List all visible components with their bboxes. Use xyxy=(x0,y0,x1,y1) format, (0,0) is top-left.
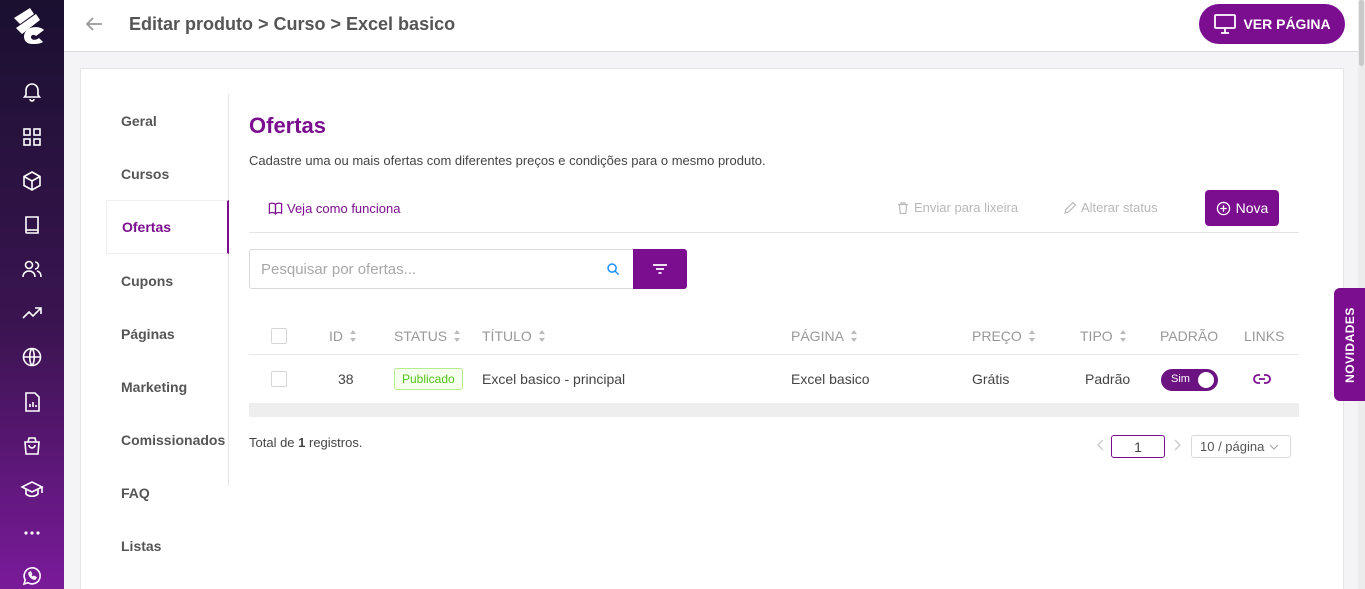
graduation-cap-icon[interactable] xyxy=(20,478,44,502)
select-all-checkbox[interactable] xyxy=(271,328,287,344)
page-size-select[interactable]: 10 / página xyxy=(1191,435,1291,458)
pencil-icon xyxy=(1064,201,1077,214)
row-checkbox[interactable] xyxy=(271,371,287,387)
column-header-id[interactable]: ID xyxy=(329,328,357,344)
toggle-knob xyxy=(1198,372,1214,388)
monitor-icon xyxy=(1214,14,1237,34)
dashboard-icon[interactable] xyxy=(20,125,44,149)
toolbar-divider xyxy=(249,232,1299,233)
left-rail xyxy=(0,0,64,589)
row-id: 38 xyxy=(338,371,354,387)
breadcrumb: Editar produto > Curso > Excel basico xyxy=(129,14,456,34)
column-header-price[interactable]: PREÇO xyxy=(972,328,1036,344)
bell-icon[interactable] xyxy=(20,79,44,103)
column-header-type[interactable]: TIPO xyxy=(1080,328,1127,344)
chevron-down-icon xyxy=(1269,444,1279,450)
sort-icon xyxy=(350,330,356,342)
change-status-action[interactable]: Alterar status xyxy=(1063,200,1158,215)
column-header-status[interactable]: STATUS xyxy=(394,328,461,344)
box-icon[interactable] xyxy=(20,169,44,193)
subnav-item-cupons[interactable]: Cupons xyxy=(106,254,229,308)
row-page: Excel basico xyxy=(791,371,870,387)
current-page[interactable]: 1 xyxy=(1111,435,1165,458)
sort-icon xyxy=(1119,330,1126,342)
column-header-title[interactable]: TÍTULO xyxy=(482,328,546,344)
view-page-label: VER PÁGINA xyxy=(1243,16,1331,32)
sort-icon xyxy=(454,330,461,342)
link-icon[interactable] xyxy=(1252,370,1272,388)
status-badge: Publicado xyxy=(394,368,463,390)
table-scrollbar[interactable] xyxy=(249,403,1299,417)
page-title: Ofertas xyxy=(249,113,327,138)
next-page-icon[interactable] xyxy=(1171,438,1183,452)
subnav-item-geral[interactable]: Geral xyxy=(106,94,229,148)
more-icon[interactable] xyxy=(20,521,44,545)
report-icon[interactable] xyxy=(20,390,44,414)
sort-icon xyxy=(850,330,857,342)
subnav-item-paginas[interactable]: Páginas xyxy=(106,307,229,361)
back-arrow-icon[interactable] xyxy=(82,12,106,36)
search-input[interactable] xyxy=(250,250,590,288)
content-card xyxy=(80,68,1344,589)
users-icon[interactable] xyxy=(20,257,44,281)
brand-logo-icon[interactable] xyxy=(10,4,54,48)
search-icon[interactable] xyxy=(606,262,621,277)
subnav-item-faq[interactable]: FAQ xyxy=(106,466,229,520)
trash-action[interactable]: Enviar para lixeira xyxy=(896,200,1018,215)
book-icon[interactable] xyxy=(20,213,44,237)
column-header-default: PADRÃO xyxy=(1160,328,1219,344)
sort-icon xyxy=(538,330,545,342)
trending-icon[interactable] xyxy=(20,301,44,325)
filter-button[interactable] xyxy=(633,249,687,289)
whatsapp-icon[interactable] xyxy=(20,564,44,588)
column-header-page[interactable]: PÁGINA xyxy=(791,328,858,344)
subnav-item-cursos[interactable]: Cursos xyxy=(106,147,229,201)
subnav-item-listas[interactable]: Listas xyxy=(106,519,229,573)
product-subnav: Geral Cursos Ofertas Cupons Páginas Mark… xyxy=(106,94,229,554)
subnav-item-ofertas[interactable]: Ofertas xyxy=(106,200,229,254)
subnav-item-marketing[interactable]: Marketing xyxy=(106,360,229,414)
shopping-bag-icon[interactable] xyxy=(20,434,44,458)
open-book-icon xyxy=(268,202,283,215)
new-offer-button[interactable]: Nova xyxy=(1205,190,1279,226)
plus-circle-icon xyxy=(1216,201,1230,215)
row-price: Grátis xyxy=(972,371,1010,387)
search-box xyxy=(249,249,634,289)
trash-icon xyxy=(898,201,908,214)
column-header-links: LINKS xyxy=(1244,328,1285,344)
news-side-tab[interactable]: NOVIDADES xyxy=(1334,288,1365,401)
help-link[interactable]: Veja como funciona xyxy=(268,201,400,216)
page-subtitle: Cadastre uma ou mais ofertas com diferen… xyxy=(249,153,766,168)
subnav-item-comissionados[interactable]: Comissionados xyxy=(106,413,229,467)
page-scrollbar-thumb[interactable] xyxy=(1359,0,1364,66)
table-header-divider xyxy=(249,354,1299,355)
row-title: Excel basico - principal xyxy=(482,371,626,387)
sort-icon xyxy=(1028,330,1035,342)
top-header: Editar produto > Curso > Excel basico VE… xyxy=(64,0,1358,52)
globe-icon[interactable] xyxy=(20,345,44,369)
prev-page-icon[interactable] xyxy=(1095,438,1107,452)
default-toggle[interactable]: Sim xyxy=(1161,369,1218,391)
row-type: Padrão xyxy=(1085,371,1131,387)
view-page-button[interactable]: VER PÁGINA xyxy=(1199,4,1345,44)
filter-icon xyxy=(653,264,667,274)
total-records: Total de 1 registros. xyxy=(249,435,363,450)
